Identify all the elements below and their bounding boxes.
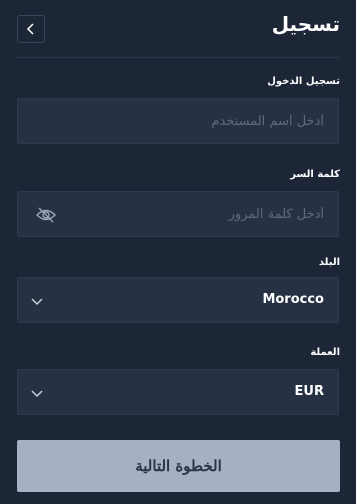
next-step-button[interactable]: الخطوة التالية: [17, 440, 340, 492]
password-field-box: [17, 191, 339, 237]
header: تسجيل: [0, 0, 356, 58]
username-label: تسجيل الدخول: [267, 76, 340, 87]
eye-off-icon[interactable]: [36, 207, 56, 223]
password-label: كلمة السر: [290, 169, 340, 180]
currency-label: العملة: [310, 347, 340, 358]
chevron-down-icon: [31, 390, 43, 398]
currency-select[interactable]: EUR: [17, 369, 339, 415]
password-input[interactable]: [18, 192, 338, 236]
username-field-box: [17, 98, 339, 144]
back-button[interactable]: [17, 15, 45, 43]
next-step-label: الخطوة التالية: [135, 457, 222, 475]
country-value: Morocco: [262, 292, 324, 307]
chevron-down-icon: [31, 298, 43, 306]
country-select[interactable]: Morocco: [17, 277, 339, 323]
chevron-left-icon: [26, 23, 34, 35]
currency-value: EUR: [294, 384, 324, 399]
header-divider: [17, 57, 339, 58]
page-title: تسجيل: [271, 12, 340, 36]
username-input[interactable]: [18, 99, 338, 143]
country-label: البلد: [318, 257, 340, 268]
